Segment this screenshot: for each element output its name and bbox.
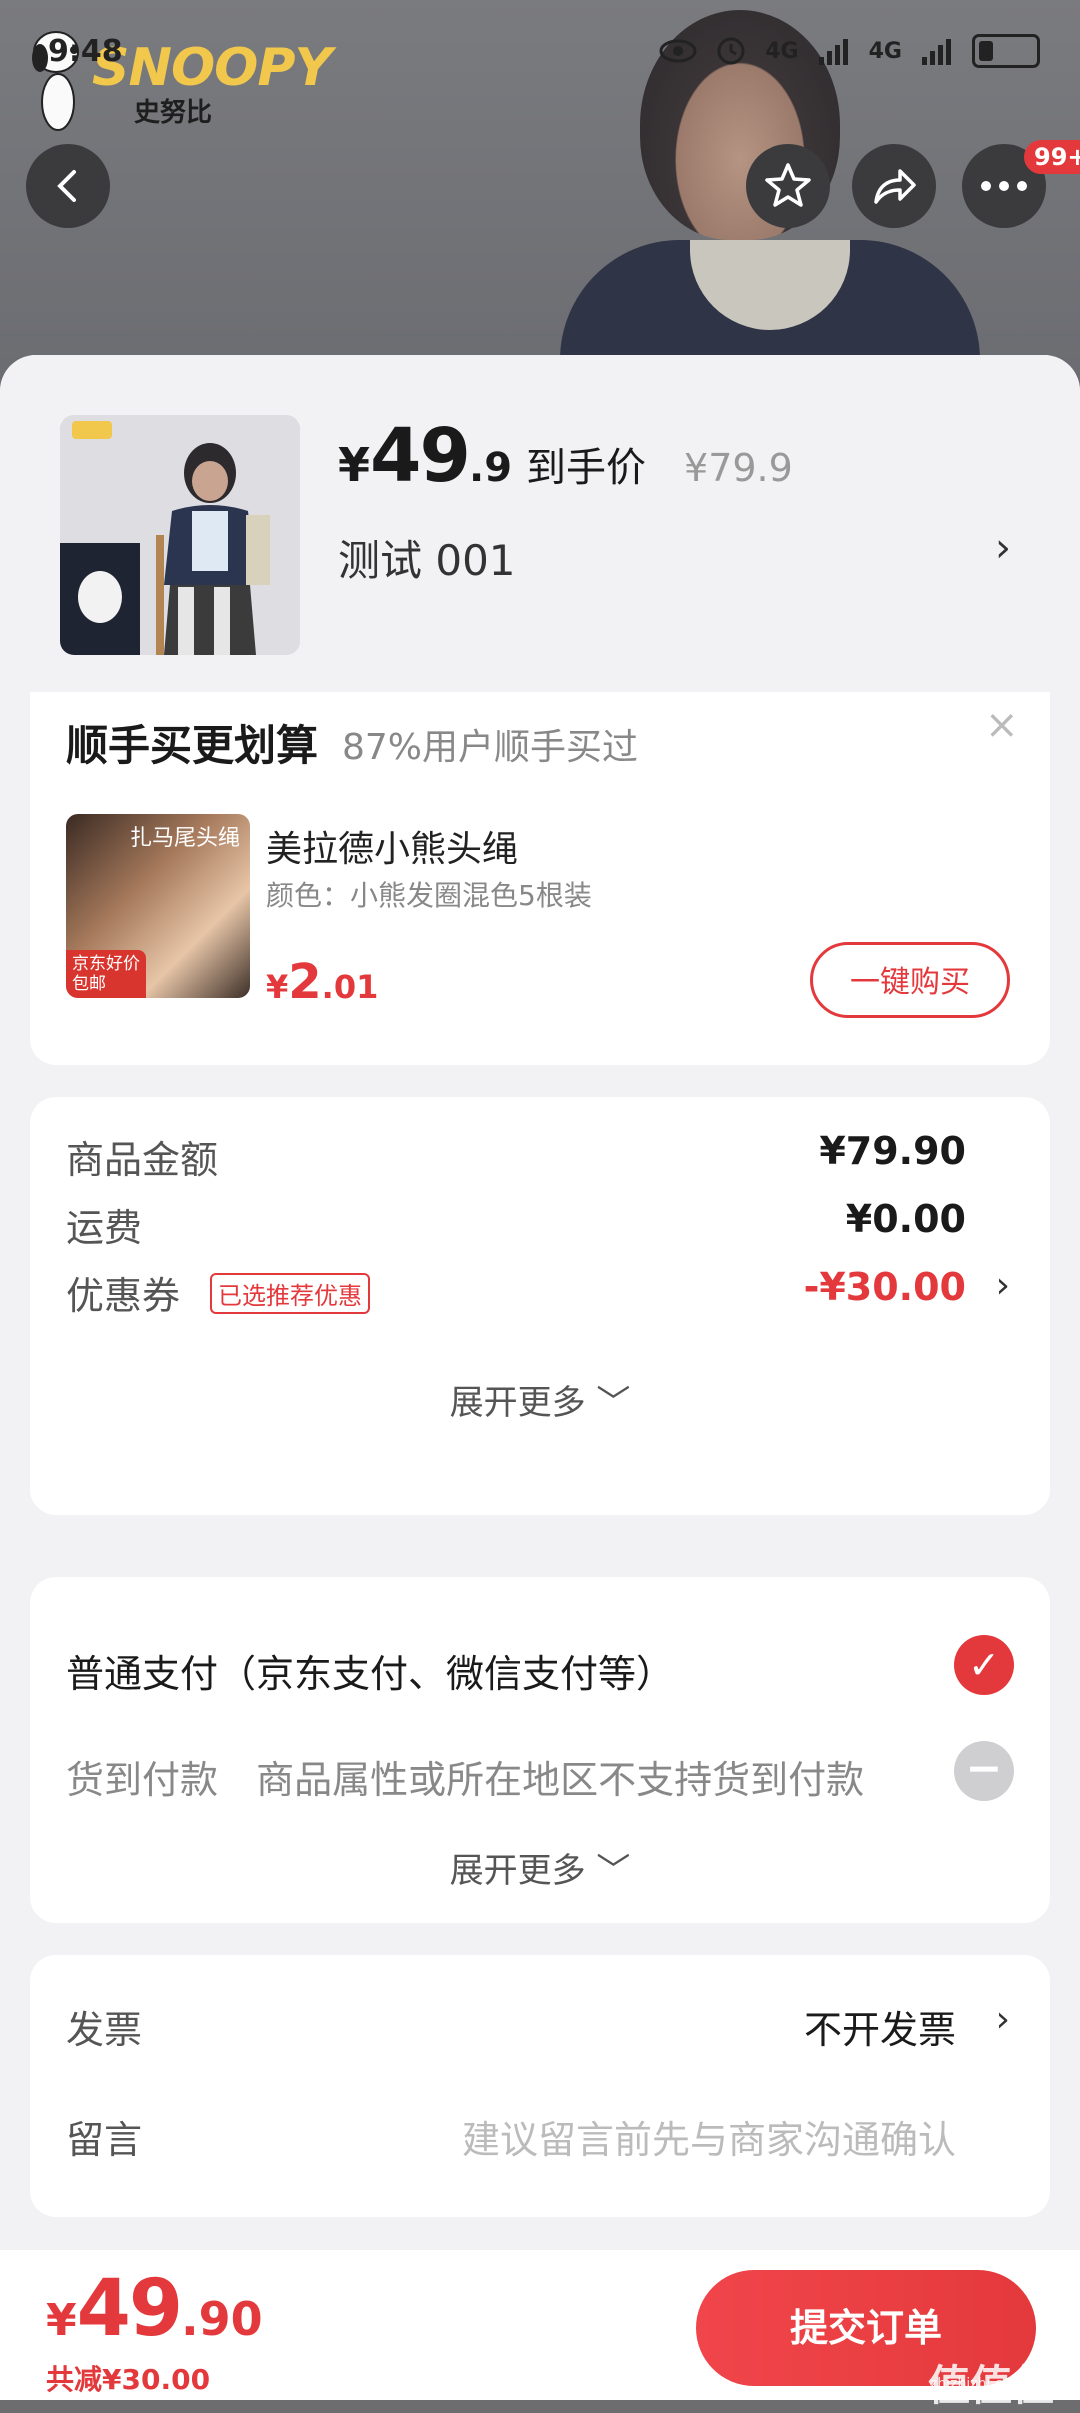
check-icon[interactable]: ✓	[954, 1635, 1014, 1695]
total-price: ¥49.90	[46, 2264, 263, 2354]
upsell-price: ¥2.01	[266, 954, 378, 1010]
eye-icon	[659, 39, 697, 63]
total-saved: 共减¥30.00	[46, 2363, 211, 2396]
upsell-title: 顺手买更划算	[66, 721, 319, 770]
signal-4g-icon-2: 4G	[868, 38, 902, 64]
shipping-label: 运费	[66, 1206, 143, 1250]
upsell-price-integer: 2	[288, 954, 322, 1010]
upsell-image-text: 扎马尾头绳	[129, 826, 240, 851]
payment-expand-label: 展开更多	[449, 1851, 586, 1891]
battery-icon	[972, 34, 1040, 68]
coupon-label[interactable]: 优惠券	[66, 1265, 180, 1320]
product-thumbnail[interactable]	[60, 415, 300, 655]
total-integer: 49	[76, 2264, 184, 2354]
favorite-button[interactable]	[746, 144, 830, 228]
chevron-right-icon[interactable]: ›	[996, 1999, 1010, 2040]
coupon-tag: 已选推荐优惠	[210, 1273, 370, 1314]
star-icon	[765, 163, 811, 207]
product-thumbnail-image	[60, 415, 300, 655]
checkout-bottom-bar: ¥49.90 共减¥30.00 提交订单	[0, 2250, 1080, 2400]
close-icon[interactable]: ×	[985, 702, 1019, 748]
one-click-buy-button[interactable]: 一键购买	[810, 942, 1010, 1018]
signal-4g-icon: 4G	[765, 38, 799, 64]
sku-spec-name[interactable]: 测试 001	[338, 527, 516, 588]
more-dots-icon	[981, 181, 1027, 191]
invoice-value[interactable]: 不开发票	[804, 1999, 956, 2054]
payment-cod-label: 货到付款	[66, 1758, 219, 1802]
chevron-left-icon	[57, 170, 76, 202]
invoice-label[interactable]: 发票	[66, 1999, 142, 2054]
invoice-card: 发票 不开发票 › 留言 建议留言前先与商家沟通确认	[30, 1955, 1050, 2217]
alarm-icon	[717, 37, 745, 65]
sku-price: ¥ 49 .9 到手价 ¥79.9	[338, 413, 793, 499]
upsell-subtitle: 87%用户顺手买过	[342, 727, 639, 768]
upsell-image-label-2: 包邮	[72, 974, 106, 994]
upsell-product-image[interactable]: 扎马尾头绳 京东好价 包邮	[66, 814, 250, 998]
disabled-icon: −	[954, 1741, 1014, 1801]
payment-expand-more[interactable]: 展开更多 ﹀	[30, 1843, 1050, 1892]
payment-cod-note: 商品属性或所在地区不支持货到付款	[256, 1758, 865, 1802]
upsell-image-label: 京东好价 包邮	[66, 950, 146, 998]
total-currency: ¥	[46, 2295, 77, 2346]
upsell-image-label-1: 京东好价	[72, 954, 140, 974]
status-time: 9:48	[48, 34, 123, 69]
watermark-url: zhizhizhi.com	[930, 2376, 1025, 2392]
price-tag: 到手价	[526, 445, 647, 491]
status-icons: 4G 4G	[659, 34, 1040, 68]
price-currency: ¥	[338, 438, 371, 492]
chevron-right-icon[interactable]: ›	[995, 525, 1011, 571]
fee-expand-more[interactable]: 展开更多 ﹀	[30, 1375, 1050, 1424]
back-button[interactable]	[26, 144, 110, 228]
note-label: 留言	[66, 2118, 143, 2162]
notification-badge: 99+	[1024, 140, 1080, 174]
upsell-price-currency: ¥	[266, 968, 289, 1006]
chevron-right-icon[interactable]: ›	[996, 1265, 1010, 1306]
goods-amount-label: 商品金额	[66, 1138, 219, 1182]
payment-card: 普通支付（京东支付、微信支付等） ✓ 货到付款 商品属性或所在地区不支持货到付款…	[30, 1577, 1050, 1923]
original-price: ¥79.9	[684, 446, 793, 490]
checkout-sheet: ¥ 49 .9 到手价 ¥79.9 测试 001 › 顺手买更划算 87%用户顺…	[0, 355, 1080, 2400]
shipping-value: ¥0.00	[845, 1197, 966, 1241]
share-button[interactable]	[852, 144, 936, 228]
fee-expand-label: 展开更多	[449, 1383, 586, 1423]
price-integer: 49	[370, 413, 471, 499]
sku-header: ¥ 49 .9 到手价 ¥79.9 测试 001 ›	[0, 355, 1080, 685]
goods-amount-value: ¥79.90	[819, 1129, 966, 1173]
signal-bars-icon	[818, 39, 848, 65]
payment-normal-option[interactable]: 普通支付（京东支付、微信支付等）	[66, 1643, 674, 1698]
upsell-card: 顺手买更划算 87%用户顺手买过 × 扎马尾头绳 京东好价 包邮 美拉德小熊头绳…	[30, 692, 1050, 1065]
fee-card: 商品金额 ¥79.90 运费 ¥0.00 优惠券 已选推荐优惠 -¥30.00 …	[30, 1097, 1050, 1515]
chevron-down-icon: ﹀	[596, 1383, 631, 1423]
signal-bars-icon-2	[922, 39, 951, 65]
upsell-product-spec: 颜色：小熊发圈混色5根装	[266, 879, 592, 912]
upsell-product-name[interactable]: 美拉德小熊头绳	[266, 820, 518, 872]
note-input[interactable]: 建议留言前先与商家沟通确认	[462, 2109, 956, 2164]
price-decimal: .9	[469, 445, 513, 491]
share-icon	[874, 169, 916, 204]
total-decimal: .90	[181, 2292, 263, 2346]
coupon-value[interactable]: -¥30.00	[804, 1265, 966, 1309]
status-bar: 9:48 4G 4G	[40, 30, 1040, 80]
upsell-price-decimal: .01	[321, 968, 379, 1006]
payment-cod-option: 货到付款 商品属性或所在地区不支持货到付款	[66, 1749, 864, 1804]
chevron-down-icon: ﹀	[596, 1851, 631, 1891]
